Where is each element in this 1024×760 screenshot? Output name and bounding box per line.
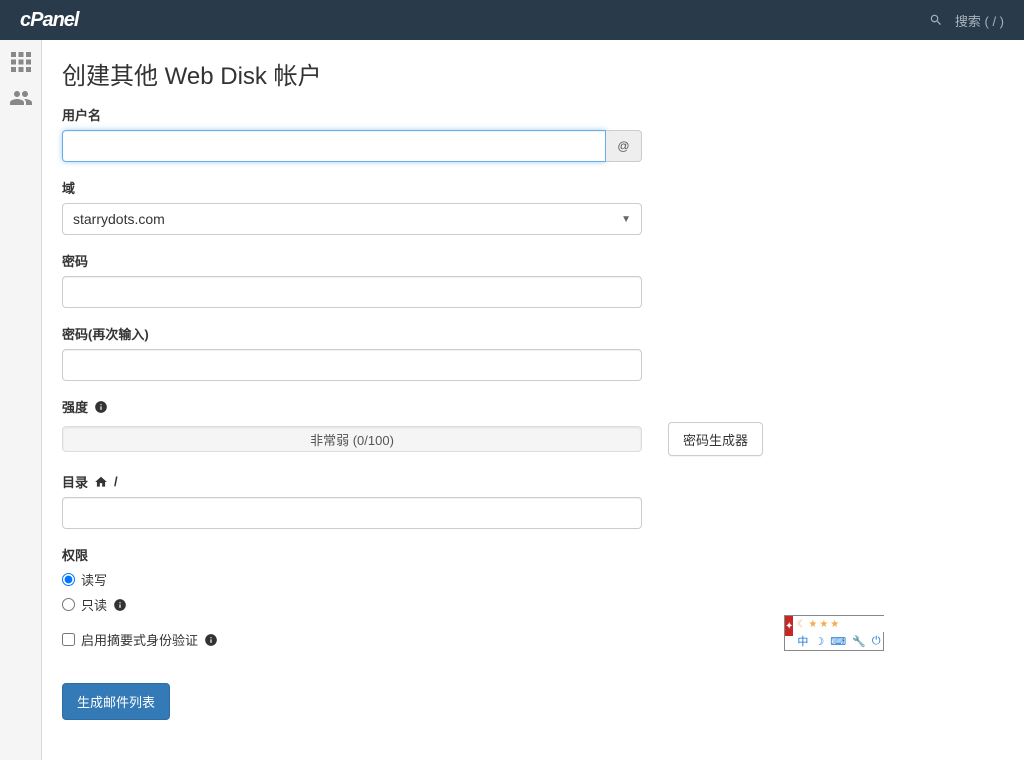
digest-auth-label: 启用摘要式身份验证 <box>81 630 198 649</box>
moon-icon[interactable]: ☽ <box>814 635 824 648</box>
top-header: cPanel 搜索 ( / ) <box>0 0 1024 40</box>
perm-readwrite-row[interactable]: 读写 <box>62 570 1004 589</box>
strength-label: 强度 <box>62 397 1004 416</box>
domain-label: 域 <box>62 178 1004 197</box>
strength-bar: 非常弱 (0/100) <box>62 426 642 452</box>
directory-input[interactable] <box>62 497 642 529</box>
username-label: 用户名 <box>62 105 1004 124</box>
domain-value: starrydots.com <box>73 211 165 227</box>
star-icon: ★ <box>830 619 839 630</box>
ime-top: ☾ ★ ★ ★ <box>793 616 884 632</box>
layout: 创建其他 Web Disk 帐户 用户名 @ 域 starrydots.com … <box>0 40 1024 760</box>
ime-widget[interactable]: ✦ ☾ ★ ★ ★ 中 ☽ ⌨ 🔧 ⏻ <box>784 615 884 651</box>
password-confirm-input[interactable] <box>62 349 642 381</box>
ime-mode[interactable]: 中 <box>797 633 808 649</box>
wrench-icon[interactable]: 🔧 <box>852 635 866 648</box>
sidebar <box>0 40 42 760</box>
ime-stars: ☾ ★ ★ ★ <box>793 619 839 630</box>
page-title: 创建其他 Web Disk 帐户 <box>62 56 1004 91</box>
info-icon[interactable] <box>204 633 218 647</box>
info-icon[interactable] <box>94 400 108 414</box>
perm-readwrite-radio[interactable] <box>62 573 75 586</box>
perm-readonly-label: 只读 <box>81 595 107 614</box>
search-placeholder: 搜索 ( / ) <box>955 11 1004 30</box>
perm-readonly-radio[interactable] <box>62 598 75 611</box>
username-row: @ <box>62 130 1004 162</box>
strength-row: 非常弱 (0/100) 密码生成器 <box>62 422 1004 456</box>
main-content: 创建其他 Web Disk 帐户 用户名 @ 域 starrydots.com … <box>42 40 1024 760</box>
domain-select[interactable]: starrydots.com ▼ <box>62 203 642 235</box>
star-icon: ☾ <box>797 619 806 630</box>
digest-auth-checkbox[interactable] <box>62 633 75 646</box>
search-area[interactable]: 搜索 ( / ) <box>929 11 1004 30</box>
password-group: 密码 <box>62 251 1004 308</box>
strength-group: 强度 非常弱 (0/100) 密码生成器 <box>62 397 1004 456</box>
ime-bottom: 中 ☽ ⌨ 🔧 ⏻ <box>793 632 884 650</box>
password-confirm-label: 密码(再次输入) <box>62 324 1004 343</box>
domain-group: 域 starrydots.com ▼ <box>62 178 1004 235</box>
ime-logo-icon: ✦ <box>785 616 793 636</box>
search-icon <box>929 13 943 27</box>
submit-button[interactable]: 生成邮件列表 <box>62 683 170 720</box>
username-input[interactable] <box>62 130 606 162</box>
perm-readwrite-label: 读写 <box>81 570 107 589</box>
users-icon[interactable] <box>9 86 33 110</box>
star-icon: ★ <box>819 619 828 630</box>
chevron-down-icon: ▼ <box>621 214 631 225</box>
star-icon: ★ <box>808 619 817 630</box>
password-confirm-group: 密码(再次输入) <box>62 324 1004 381</box>
power-icon[interactable]: ⏻ <box>872 635 881 648</box>
directory-label: 目录 / <box>62 472 1004 491</box>
password-generator-button[interactable]: 密码生成器 <box>668 422 763 456</box>
password-label: 密码 <box>62 251 1004 270</box>
logo: cPanel <box>20 9 78 32</box>
info-icon[interactable] <box>113 598 127 612</box>
at-symbol-addon: @ <box>606 130 642 162</box>
home-icon <box>94 475 108 489</box>
directory-group: 目录 / <box>62 472 1004 529</box>
perm-readonly-row[interactable]: 只读 <box>62 595 1004 614</box>
ime-keyboard-icon[interactable]: ⌨ <box>830 635 846 648</box>
password-input[interactable] <box>62 276 642 308</box>
username-group: 用户名 @ <box>62 105 1004 162</box>
permissions-label: 权限 <box>62 545 1004 564</box>
apps-grid-icon[interactable] <box>9 50 33 74</box>
